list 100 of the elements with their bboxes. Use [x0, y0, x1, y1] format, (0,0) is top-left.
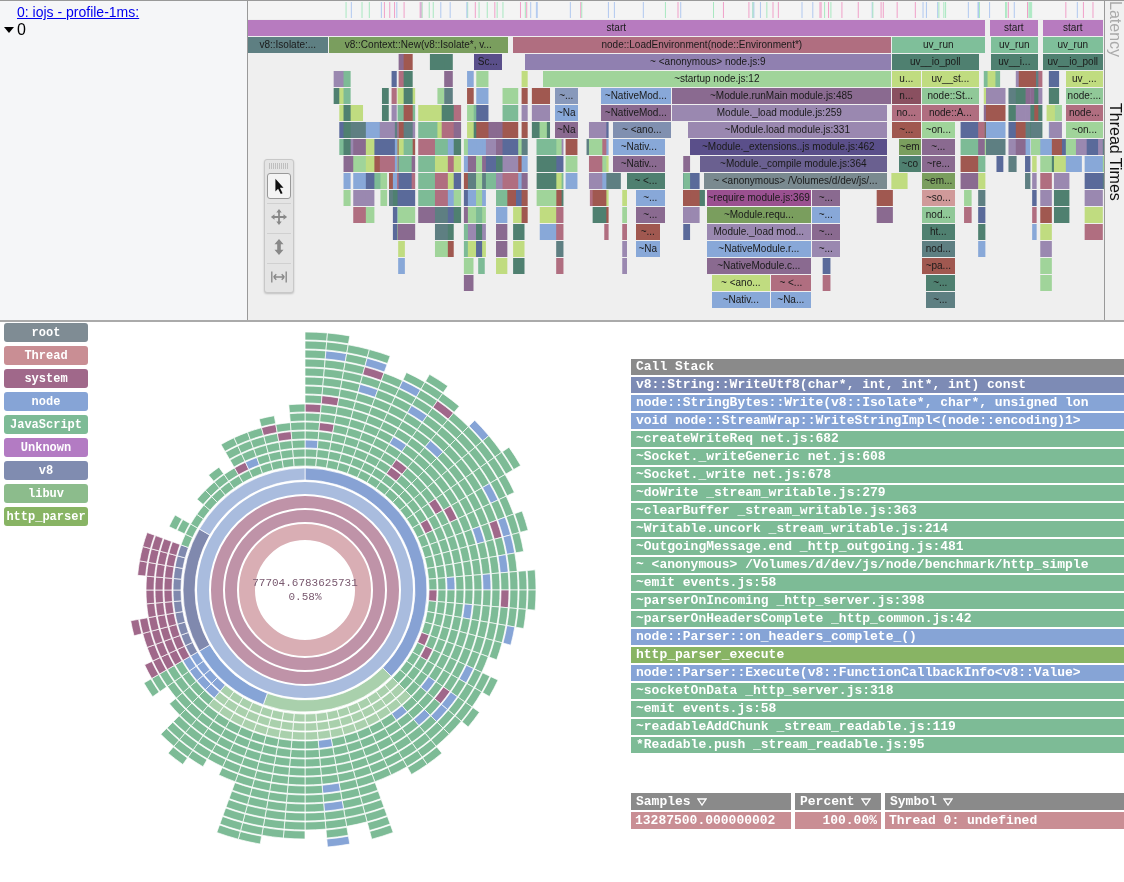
flame-block[interactable]: nod...: [921, 241, 955, 257]
flame-block[interactable]: ~...: [811, 241, 840, 257]
flame-block[interactable]: ~ <...: [626, 173, 665, 189]
flame-block[interactable]: ~on...: [1065, 122, 1103, 138]
flame-block[interactable]: uv_run: [891, 37, 985, 53]
call-stack-frame[interactable]: ~Socket._writeGeneric net.js:608: [631, 449, 1124, 465]
flame-block[interactable]: ~em: [898, 139, 921, 155]
flame-block[interactable]: ~Nativ...: [711, 292, 770, 308]
flame-block[interactable]: ~on...: [921, 122, 955, 138]
call-stack-frame[interactable]: ~ <anonymous> /Volumes/d/dev/js/node/benchmark/http_simple: [631, 557, 1124, 573]
column-header[interactable]: Symbol: [885, 793, 1124, 810]
flame-block[interactable]: ~NativeMod...: [600, 88, 671, 104]
call-stack-frame[interactable]: ~clearBuffer _stream_writable.js:363: [631, 503, 1124, 519]
flame-block[interactable]: ~startup node.js:12: [542, 71, 891, 87]
flame-block[interactable]: start: [989, 20, 1038, 36]
call-stack-frame[interactable]: v8::String::WriteUtf8(char*, int, int*, int) const: [631, 377, 1124, 393]
flame-block[interactable]: Module._load module.js:259: [671, 105, 887, 121]
flame-block[interactable]: ~...: [811, 190, 840, 206]
flame-block[interactable]: ~require module.js:369: [706, 190, 811, 206]
flame-block[interactable]: start: [1042, 20, 1103, 36]
flame-block[interactable]: ~...: [891, 122, 921, 138]
flame-block[interactable]: uv_run: [1042, 37, 1103, 53]
call-stack-frame[interactable]: node::Parser::on_headers_complete_(): [631, 629, 1124, 645]
flame-block[interactable]: ~Module.requ...: [706, 207, 811, 223]
flame-block[interactable]: ~Na: [554, 122, 578, 138]
flame-block[interactable]: Module._load mod...: [706, 224, 811, 240]
flame-block[interactable]: ~...: [811, 224, 840, 240]
flame-block[interactable]: ~...: [811, 207, 840, 223]
flame-block[interactable]: ~so...: [921, 190, 955, 206]
call-stack-frame[interactable]: ~createWriteReq net.js:682: [631, 431, 1124, 447]
flame-block[interactable]: ~Module.runMain module.js:485: [671, 88, 891, 104]
flame-block[interactable]: uv_run: [990, 37, 1038, 53]
flame-block[interactable]: ~...: [635, 207, 665, 223]
call-stack-frame[interactable]: http_parser_execute: [631, 647, 1124, 663]
flame-block[interactable]: uv__io_poll: [891, 54, 979, 70]
flame-block[interactable]: ~ <anonymous> /Volumes/d/dev/js/...: [703, 173, 887, 189]
call-stack-frame[interactable]: ~emit events.js:58: [631, 701, 1124, 717]
flame-block[interactable]: node::LoadEnvironment(node::Environment*): [512, 37, 891, 53]
flame-block[interactable]: ~pa...: [921, 258, 955, 274]
side-tab[interactable]: Thread Times: [1105, 103, 1124, 201]
column-header[interactable]: Samples: [631, 793, 791, 810]
flame-block[interactable]: node::A...: [921, 105, 979, 121]
side-tab[interactable]: Latency: [1105, 1, 1124, 58]
flame-block[interactable]: ~...: [635, 224, 660, 240]
flame-block[interactable]: v8::Context::New(v8::Isolate*, v...: [328, 37, 508, 53]
flame-block[interactable]: ~Module.load module.js:331: [687, 122, 887, 138]
call-stack-frame[interactable]: ~emit events.js:58: [631, 575, 1124, 591]
flame-block[interactable]: uv__io_poll: [1042, 54, 1103, 70]
flame-block[interactable]: ~re...: [921, 156, 955, 172]
flame-block[interactable]: ~co: [898, 156, 921, 172]
call-stack-frame[interactable]: ~Writable.uncork _stream_writable.js:214: [631, 521, 1124, 537]
call-stack-frame[interactable]: node::Parser::Execute(v8::FunctionCallbackInfo<v8::Value>: [631, 665, 1124, 681]
flame-block[interactable]: ~em...: [921, 173, 955, 189]
flame-block[interactable]: node:...: [1065, 88, 1103, 104]
flame-block[interactable]: ~ <ano...: [711, 275, 770, 291]
flame-block[interactable]: ~Na: [554, 105, 578, 121]
call-stack-frame[interactable]: ~parserOnIncoming _http_server.js:398: [631, 593, 1124, 609]
profile-link[interactable]: 0: iojs - profile-1ms:: [17, 4, 140, 20]
call-stack-frame[interactable]: ~Socket._write net.js:678: [631, 467, 1124, 483]
flame-block[interactable]: ~ <ano...: [612, 122, 671, 138]
call-stack-frame[interactable]: ~socketOnData _http_server.js:318: [631, 683, 1124, 699]
flame-block[interactable]: ~Na: [635, 241, 660, 257]
call-stack-frame[interactable]: ~OutgoingMessage.end _http_outgoing.js:481: [631, 539, 1124, 555]
flame-block[interactable]: uv__st...: [921, 71, 979, 87]
flame-block[interactable]: ~Module._compile module.js:364: [699, 156, 887, 172]
flame-block[interactable]: ~ <anonymous> node.js:9: [524, 54, 891, 70]
flame-block[interactable]: ~...: [925, 275, 955, 291]
flame-block[interactable]: ~...: [554, 88, 578, 104]
flame-block[interactable]: node::St...: [921, 88, 979, 104]
flame-block[interactable]: uv_...: [1065, 71, 1103, 87]
flame-block[interactable]: ~ <...: [770, 275, 811, 291]
flame-block[interactable]: ~NativeMod...: [600, 105, 671, 121]
call-stack-frame[interactable]: *Readable.push _stream_readable.js:95: [631, 737, 1124, 753]
flame-block[interactable]: ~...: [635, 190, 665, 206]
call-stack-frame[interactable]: ~readableAddChunk _stream_readable.js:119: [631, 719, 1124, 735]
flame-block[interactable]: node...: [1065, 105, 1103, 121]
flame-block[interactable]: ht...: [921, 224, 955, 240]
caret-icon[interactable]: [4, 25, 14, 35]
flame-block[interactable]: ~...: [925, 292, 955, 308]
tree-item[interactable]: 0: [17, 21, 26, 39]
flame-block[interactable]: ~NativeModule.r...: [706, 241, 811, 257]
flame-block[interactable]: ~Nativ...: [612, 156, 665, 172]
flame-block[interactable]: no...: [891, 105, 921, 121]
flame-block[interactable]: ~NativeModule.c...: [706, 258, 811, 274]
flame-block[interactable]: n...: [891, 88, 921, 104]
call-stack-frame[interactable]: void node::StreamWrap::WriteStringImpl<(node::encoding)1>: [631, 413, 1124, 429]
flame-block[interactable]: ~Nativ...: [612, 139, 665, 155]
grip-icon[interactable]: [266, 163, 291, 169]
flame-block[interactable]: ~...: [921, 139, 955, 155]
flame-block[interactable]: u...: [891, 71, 921, 87]
flame-block[interactable]: ~Module._extensions..js module.js:462: [689, 139, 887, 155]
pointer-tool-button[interactable]: [266, 173, 291, 199]
flame-block[interactable]: nod...: [921, 207, 955, 223]
call-stack-frame[interactable]: node::StringBytes::Write(v8::Isolate*, char*, unsigned lon: [631, 395, 1124, 411]
flame-block[interactable]: v8::Isolate:...: [247, 37, 328, 53]
flame-block[interactable]: uv__i...: [990, 54, 1038, 70]
flame-block[interactable]: ~Na...: [770, 292, 811, 308]
flame-block[interactable]: Sc...: [473, 54, 502, 70]
column-header[interactable]: Percent: [795, 793, 881, 810]
call-stack-frame[interactable]: ~doWrite _stream_writable.js:279: [631, 485, 1124, 501]
